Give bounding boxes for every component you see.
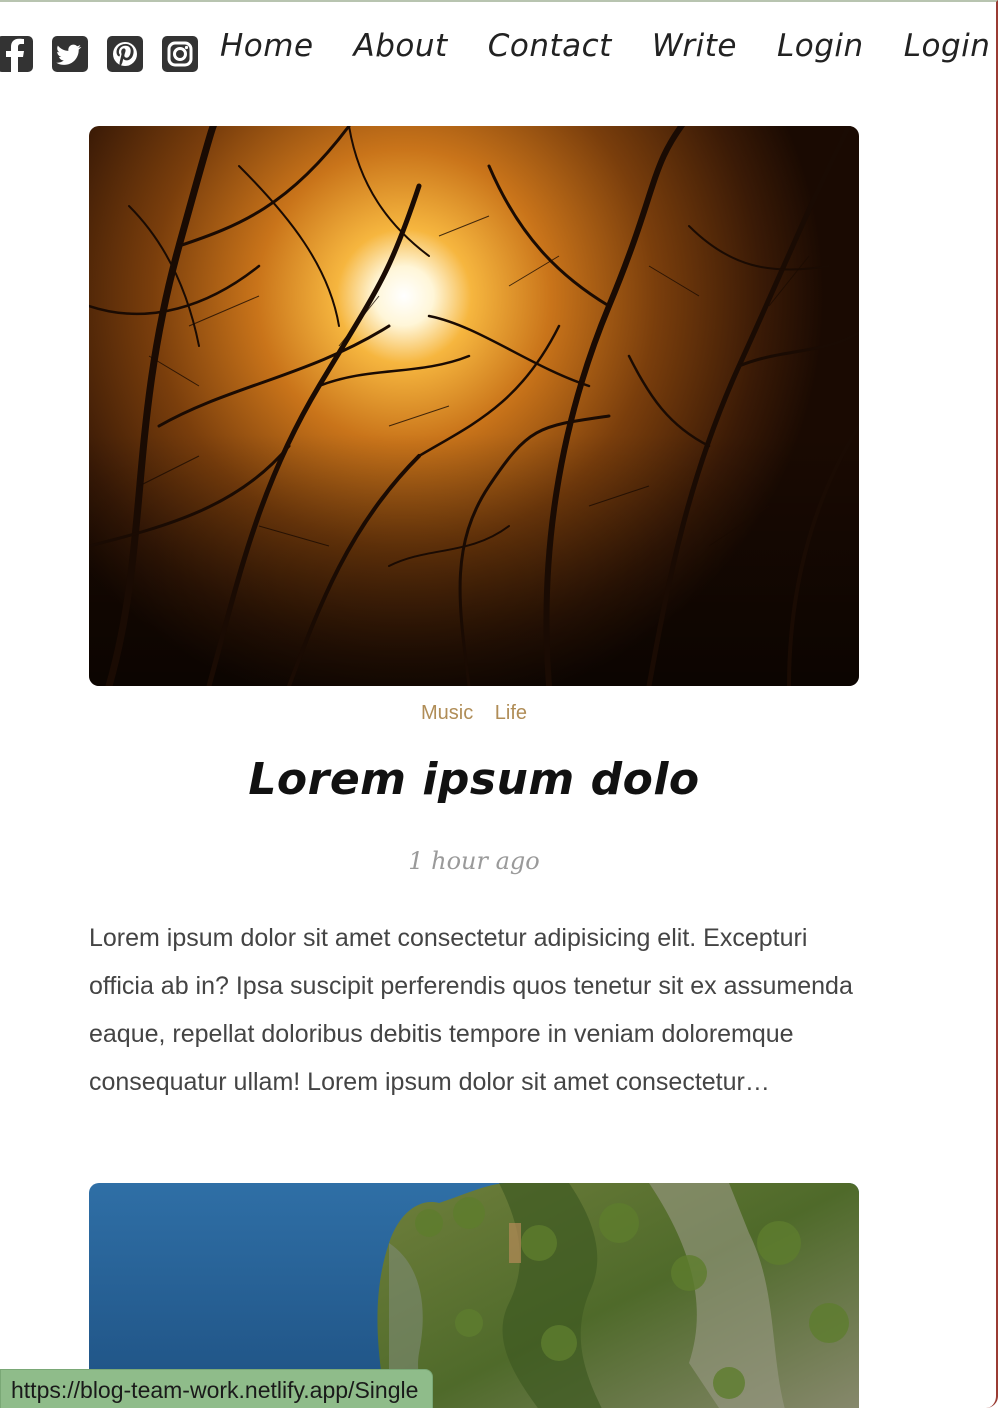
nav-home-link[interactable]: Home — [220, 28, 314, 64]
post-excerpt: Lorem ipsum dolor sit amet consectetur a… — [89, 924, 853, 1096]
nav-about-link[interactable]: About — [354, 28, 448, 64]
top-navbar: Home About Contact Write Login Login — [0, 2, 996, 102]
nav-login-link-2[interactable]: Login — [904, 28, 991, 64]
blog-page: Home About Contact Write Login Login Mus… — [0, 0, 998, 1408]
pinterest-icon[interactable] — [106, 35, 144, 73]
twitter-icon[interactable] — [51, 35, 89, 73]
nav-write-link[interactable]: Write — [652, 28, 737, 64]
instagram-icon[interactable] — [161, 35, 199, 73]
social-icons — [0, 35, 216, 73]
post-date: 1 hour ago — [408, 847, 540, 875]
category-music[interactable]: Music — [421, 702, 473, 724]
post-title[interactable]: Lorem ipsum dolo — [0, 754, 948, 805]
category-life[interactable]: Life — [495, 702, 527, 724]
main-menu: Home About Contact Write Login Login — [220, 28, 996, 64]
post-categories: Music Life — [0, 702, 948, 725]
link-preview-statusbar: https://blog-team-work.netlify.app/Singl… — [0, 1369, 434, 1408]
nav-login-link[interactable]: Login — [777, 28, 864, 64]
nav-contact-link[interactable]: Contact — [488, 28, 612, 64]
post-image-sunset[interactable] — [89, 126, 859, 686]
facebook-icon[interactable] — [0, 35, 34, 73]
